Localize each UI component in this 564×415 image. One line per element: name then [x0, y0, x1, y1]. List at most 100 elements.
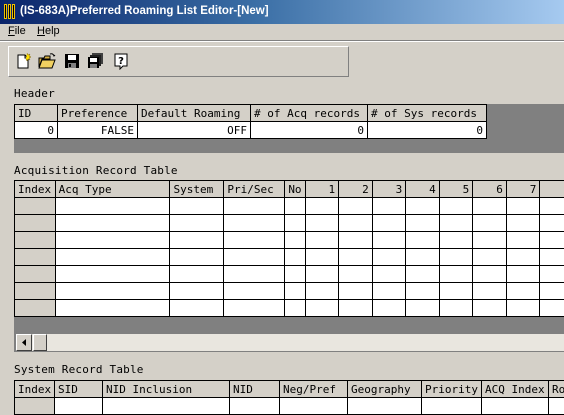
- new-button[interactable]: [13, 51, 33, 71]
- acq-row-cell[interactable]: [170, 266, 224, 283]
- acq-row-cell[interactable]: [285, 249, 305, 266]
- acq-row-cell[interactable]: [506, 215, 540, 232]
- acq-row-cell[interactable]: [170, 283, 224, 300]
- header-sys-records-cell[interactable]: 0: [368, 122, 487, 139]
- acq-row-index-cell[interactable]: [15, 215, 56, 232]
- sys-row-cell[interactable]: [348, 398, 422, 415]
- acq-row-cell[interactable]: [439, 300, 473, 317]
- scroll-left-button[interactable]: [16, 334, 32, 351]
- header-id-cell[interactable]: 0: [15, 122, 58, 139]
- help-button[interactable]: ?: [111, 51, 131, 71]
- acq-row-cell[interactable]: [473, 232, 507, 249]
- acq-row-cell[interactable]: [55, 266, 170, 283]
- acq-row-cell[interactable]: [540, 232, 564, 249]
- acq-row-cell[interactable]: [372, 249, 406, 266]
- acq-row-cell[interactable]: [406, 215, 440, 232]
- acq-row-index-cell[interactable]: [15, 300, 56, 317]
- acq-row-cell[interactable]: [406, 266, 440, 283]
- acq-row-cell[interactable]: [439, 198, 473, 215]
- acq-row-cell[interactable]: [285, 198, 305, 215]
- acq-row-cell[interactable]: [473, 266, 507, 283]
- acq-row-cell[interactable]: [439, 266, 473, 283]
- acq-row-cell[interactable]: [224, 215, 285, 232]
- acq-row-index-cell[interactable]: [15, 283, 56, 300]
- acq-row-cell[interactable]: [339, 215, 373, 232]
- acq-row-cell[interactable]: [224, 283, 285, 300]
- acq-row-cell[interactable]: [540, 300, 564, 317]
- acq-row-index-cell[interactable]: [15, 266, 56, 283]
- acq-row-cell[interactable]: [305, 198, 339, 215]
- acq-row-cell[interactable]: [285, 232, 305, 249]
- acq-row-cell[interactable]: [372, 215, 406, 232]
- acq-row-cell[interactable]: [406, 283, 440, 300]
- acq-row-cell[interactable]: [506, 249, 540, 266]
- acq-row-cell[interactable]: [305, 215, 339, 232]
- acq-row-cell[interactable]: [170, 232, 224, 249]
- acq-row-cell[interactable]: [55, 249, 170, 266]
- acq-row-cell[interactable]: [439, 249, 473, 266]
- acq-horizontal-scrollbar[interactable]: [16, 334, 564, 351]
- menu-help[interactable]: Help: [37, 25, 60, 37]
- open-button[interactable]: [37, 51, 57, 71]
- acq-row-cell[interactable]: [439, 215, 473, 232]
- acq-row-cell[interactable]: [372, 232, 406, 249]
- acq-row-cell[interactable]: [406, 232, 440, 249]
- acq-row-cell[interactable]: [339, 300, 373, 317]
- acq-row-cell[interactable]: [305, 249, 339, 266]
- acq-row-cell[interactable]: [55, 198, 170, 215]
- save-button[interactable]: [62, 51, 82, 71]
- acq-row-cell[interactable]: [339, 198, 373, 215]
- acq-row-cell[interactable]: [55, 232, 170, 249]
- acq-row-cell[interactable]: [540, 215, 564, 232]
- acq-row-cell[interactable]: [339, 249, 373, 266]
- acq-row-cell[interactable]: [372, 266, 406, 283]
- acq-row-cell[interactable]: [224, 300, 285, 317]
- acq-row-cell[interactable]: [224, 232, 285, 249]
- acq-row-cell[interactable]: [540, 266, 564, 283]
- acq-row-cell[interactable]: [170, 215, 224, 232]
- acq-row-cell[interactable]: [285, 266, 305, 283]
- acq-row-cell[interactable]: [285, 215, 305, 232]
- acq-row-cell[interactable]: [540, 249, 564, 266]
- menu-file[interactable]: File: [8, 25, 26, 37]
- acq-row-cell[interactable]: [170, 300, 224, 317]
- acq-row-cell[interactable]: [406, 249, 440, 266]
- acq-row-cell[interactable]: [473, 198, 507, 215]
- sys-row-cell[interactable]: [482, 398, 549, 415]
- scroll-thumb[interactable]: [33, 334, 47, 351]
- acq-row-cell[interactable]: [540, 198, 564, 215]
- acq-row-cell[interactable]: [439, 283, 473, 300]
- sys-row-cell[interactable]: [55, 398, 103, 415]
- header-acq-records-cell[interactable]: 0: [251, 122, 368, 139]
- acq-row-cell[interactable]: [305, 300, 339, 317]
- sys-row-cell[interactable]: [230, 398, 280, 415]
- acq-row-cell[interactable]: [224, 249, 285, 266]
- acq-row-cell[interactable]: [372, 283, 406, 300]
- acq-row-cell[interactable]: [170, 249, 224, 266]
- acq-row-cell[interactable]: [372, 198, 406, 215]
- acq-row-cell[interactable]: [473, 300, 507, 317]
- acq-row-cell[interactable]: [55, 215, 170, 232]
- acq-row-cell[interactable]: [506, 283, 540, 300]
- acq-row-cell[interactable]: [506, 266, 540, 283]
- save-all-button[interactable]: [86, 51, 106, 71]
- acq-row-cell[interactable]: [285, 300, 305, 317]
- sys-row-cell[interactable]: [422, 398, 482, 415]
- acq-row-cell[interactable]: [506, 198, 540, 215]
- acq-row-cell[interactable]: [439, 232, 473, 249]
- acq-row-cell[interactable]: [55, 300, 170, 317]
- acq-row-cell[interactable]: [285, 283, 305, 300]
- acq-row-index-cell[interactable]: [15, 232, 56, 249]
- acq-row-cell[interactable]: [473, 215, 507, 232]
- acq-row-cell[interactable]: [305, 232, 339, 249]
- sys-row-cell[interactable]: [280, 398, 348, 415]
- acq-row-cell[interactable]: [224, 266, 285, 283]
- acq-row-cell[interactable]: [372, 300, 406, 317]
- acq-row-cell[interactable]: [224, 198, 285, 215]
- acq-row-cell[interactable]: [473, 249, 507, 266]
- acq-row-cell[interactable]: [406, 198, 440, 215]
- acq-row-cell[interactable]: [406, 300, 440, 317]
- sys-row-cell[interactable]: [103, 398, 230, 415]
- acq-row-cell[interactable]: [305, 266, 339, 283]
- acq-row-cell[interactable]: [339, 266, 373, 283]
